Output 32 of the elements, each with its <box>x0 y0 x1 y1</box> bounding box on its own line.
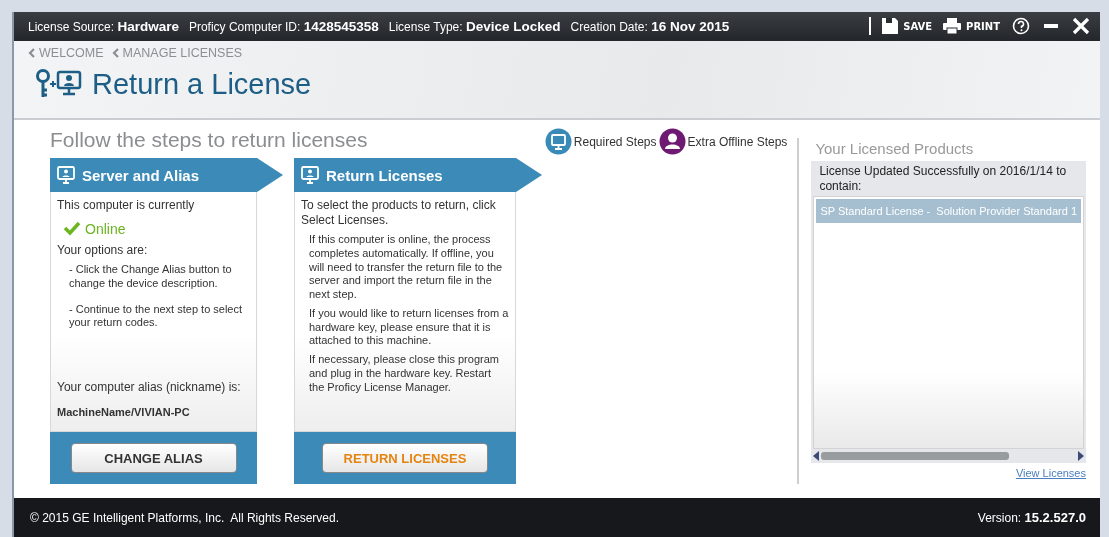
alias-label: Your computer alias (nickname) is: <box>57 379 242 395</box>
steps-heading: Follow the steps to return licenses <box>50 128 368 153</box>
products-title: Your Licensed Products <box>815 140 975 158</box>
status-text: Online <box>85 220 126 237</box>
info-item: Proficy Computer ID: 1428545358 <box>188 18 379 34</box>
status-intro: This computer is currently <box>57 198 196 213</box>
note-text: If this computer is online, the process completes automatically. If offline, you will need to transfer the return file to the server and import the return file in the next step. <box>308 233 504 302</box>
option-text: - Continue to the next step to select your return codes. <box>68 302 244 331</box>
action-button[interactable]: CHANGE ALIAS <box>70 443 237 474</box>
info-item: License Type: Device Locked <box>388 18 561 34</box>
breadcrumb-link[interactable]: MANAGE LICENSES <box>111 45 243 60</box>
step-title: Server and Alias <box>82 166 199 184</box>
options-label: Your options are: <box>57 242 149 258</box>
alias-value: MachineName/VIVIAN-PC <box>57 406 191 420</box>
info-item: Creation Date: 16 Nov 2015 <box>570 18 730 34</box>
breadcrumb-link[interactable]: WELCOME <box>28 45 104 60</box>
action-button[interactable]: RETURN LICENSES <box>322 443 488 474</box>
print-button[interactable]: PRINT <box>942 17 1000 36</box>
save-button[interactable]: SAVE <box>881 17 933 36</box>
legend-label: Required Steps <box>573 134 657 149</box>
step-intro: To select the products to return, click Select Licenses. <box>301 198 497 228</box>
note-text: If necessary, please close this program and plug in the hardware key. Restart the Proficy License Manager. <box>308 353 500 395</box>
info-item: License Source: Hardware <box>28 18 179 34</box>
view-licenses-link[interactable]: View Licenses <box>1015 467 1086 480</box>
step-title: Return Licenses <box>326 166 443 184</box>
note-text: If you would like to return licenses from a hardware key, please ensure that it is attached to this machine. <box>308 306 509 349</box>
legend-label: Extra Offline Steps <box>687 134 788 149</box>
version-text: Version: 15.2.527.0 <box>977 510 1086 526</box>
update-message: License Updated Successfully on 2016/1/14 to contain: <box>818 163 1068 195</box>
option-text: - Click the Change Alias button to change the device description. <box>68 263 233 291</box>
copyright-text: © 2015 GE Intelligent Platforms, Inc. All Rights Reserved. <box>30 510 339 525</box>
page-title: Return a License <box>92 67 312 101</box>
